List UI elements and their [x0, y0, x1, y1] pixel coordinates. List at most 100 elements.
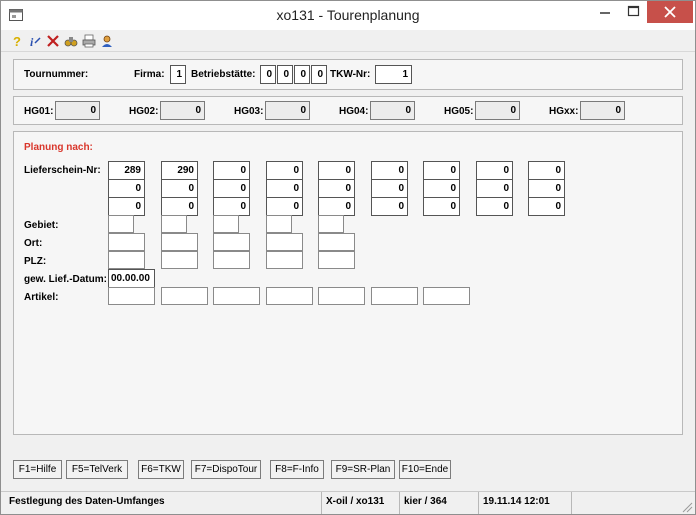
artikel-field[interactable] — [266, 287, 313, 305]
lieferschein-field[interactable]: 289 — [108, 161, 145, 180]
hg05-label: HG05: — [444, 106, 474, 117]
hgxx-field[interactable]: 0 — [580, 101, 625, 120]
close-icon — [664, 6, 676, 18]
header-panel: Tournummer: Firma: 1 Betriebstätte: 0 0 … — [13, 59, 683, 90]
hg04-field[interactable]: 0 — [370, 101, 415, 120]
gebiet-field[interactable] — [266, 215, 292, 233]
ort-field[interactable] — [161, 233, 198, 251]
lieferschein-field[interactable]: 0 — [108, 179, 145, 198]
lieferschein-field[interactable]: 0 — [476, 179, 513, 198]
delete-icon[interactable] — [46, 34, 60, 48]
tkw-label: TKW-Nr: — [330, 69, 371, 80]
ort-field[interactable] — [266, 233, 303, 251]
lieferschein-field[interactable]: 0 — [318, 197, 355, 216]
info-icon[interactable]: i — [28, 34, 42, 48]
betriebsstaette-field-1[interactable]: 0 — [260, 65, 276, 84]
artikel-field[interactable] — [423, 287, 470, 305]
status-separator — [399, 492, 400, 514]
hg02-label: HG02: — [129, 106, 159, 117]
tournummer-label: Tournummer: — [24, 69, 89, 80]
print-icon[interactable] — [82, 34, 96, 48]
datum-label: gew. Lief.-Datum: — [24, 274, 107, 285]
lieferschein-field[interactable]: 0 — [318, 179, 355, 198]
betriebsstaette-field-2[interactable]: 0 — [277, 65, 293, 84]
lieferschein-field[interactable]: 0 — [108, 197, 145, 216]
lieferschein-field[interactable]: 0 — [423, 161, 460, 180]
function-key-button[interactable]: F7=DispoTour — [191, 460, 261, 479]
plz-field[interactable] — [318, 251, 355, 269]
function-key-button[interactable]: F8=F-Info — [270, 460, 324, 479]
hg01-field[interactable]: 0 — [55, 101, 100, 120]
lieferschein-field[interactable]: 0 — [476, 197, 513, 216]
firma-field[interactable]: 1 — [170, 65, 186, 84]
plz-field[interactable] — [213, 251, 250, 269]
lieferschein-field[interactable]: 0 — [423, 179, 460, 198]
tkw-field[interactable]: 1 — [375, 65, 412, 84]
lieferschein-field[interactable]: 0 — [161, 179, 198, 198]
plz-field[interactable] — [161, 251, 198, 269]
close-button[interactable] — [647, 1, 693, 23]
function-key-button[interactable]: F6=TKW — [138, 460, 184, 479]
betriebsstaette-label: Betriebstätte: — [191, 69, 256, 80]
lieferschein-field[interactable]: 0 — [266, 197, 303, 216]
gebiet-field[interactable] — [318, 215, 344, 233]
hg02-field[interactable]: 0 — [160, 101, 205, 120]
minimize-icon — [600, 12, 610, 14]
lieferschein-field[interactable]: 0 — [161, 197, 198, 216]
artikel-field[interactable] — [108, 287, 155, 305]
artikel-field[interactable] — [161, 287, 208, 305]
lieferschein-field[interactable]: 0 — [266, 179, 303, 198]
hg03-field[interactable]: 0 — [265, 101, 310, 120]
gebiet-field[interactable] — [161, 215, 187, 233]
function-key-button[interactable]: F9=SR-Plan — [331, 460, 395, 479]
lieferschein-field[interactable]: 0 — [371, 161, 408, 180]
lieferschein-field[interactable]: 0 — [371, 179, 408, 198]
status-separator — [478, 492, 479, 514]
hg05-field[interactable]: 0 — [475, 101, 520, 120]
status-message: Festlegung des Daten-Umfanges — [9, 496, 165, 507]
lieferschein-field[interactable]: 0 — [213, 161, 250, 180]
planung-heading: Planung nach: — [24, 142, 93, 153]
application-window: xo131 - Tourenplanung ? i Tournummer: Fi… — [0, 0, 696, 515]
gebiet-field[interactable] — [108, 215, 134, 233]
lieferschein-field[interactable]: 0 — [266, 161, 303, 180]
function-key-button[interactable]: F5=TelVerk — [66, 460, 128, 479]
lieferschein-field[interactable]: 0 — [371, 197, 408, 216]
ort-label: Ort: — [24, 238, 43, 249]
lieferschein-field[interactable]: 0 — [213, 197, 250, 216]
ort-field[interactable] — [318, 233, 355, 251]
ort-field[interactable] — [108, 233, 145, 251]
artikel-field[interactable] — [318, 287, 365, 305]
function-key-button[interactable]: F10=Ende — [399, 460, 451, 479]
lieferschein-field[interactable]: 0 — [528, 197, 565, 216]
svg-text:i: i — [30, 35, 34, 48]
gebiet-field[interactable] — [213, 215, 239, 233]
user-icon[interactable] — [100, 34, 114, 48]
hg04-label: HG04: — [339, 106, 369, 117]
help-icon[interactable]: ? — [10, 34, 24, 48]
betriebsstaette-field-3[interactable]: 0 — [294, 65, 310, 84]
function-key-button[interactable]: F1=Hilfe — [13, 460, 62, 479]
lieferschein-field[interactable]: 290 — [161, 161, 198, 180]
betriebsstaette-field-4[interactable]: 0 — [311, 65, 327, 84]
status-datetime: 19.11.14 12:01 — [483, 496, 550, 507]
hg03-label: HG03: — [234, 106, 264, 117]
maximize-button[interactable] — [619, 1, 647, 23]
datum-field[interactable]: 00.00.00 — [108, 269, 155, 288]
plz-label: PLZ: — [24, 256, 47, 267]
lieferschein-field[interactable]: 0 — [476, 161, 513, 180]
svg-text:?: ? — [13, 34, 21, 48]
plz-field[interactable] — [266, 251, 303, 269]
artikel-field[interactable] — [371, 287, 418, 305]
ort-field[interactable] — [213, 233, 250, 251]
lieferschein-field[interactable]: 0 — [423, 197, 460, 216]
binoculars-icon[interactable] — [64, 34, 78, 48]
lieferschein-field[interactable]: 0 — [528, 179, 565, 198]
resize-grip-icon[interactable] — [681, 501, 693, 513]
lieferschein-field[interactable]: 0 — [213, 179, 250, 198]
minimize-button[interactable] — [591, 1, 619, 23]
lieferschein-field[interactable]: 0 — [528, 161, 565, 180]
lieferschein-field[interactable]: 0 — [318, 161, 355, 180]
artikel-field[interactable] — [213, 287, 260, 305]
plz-field[interactable] — [108, 251, 145, 269]
